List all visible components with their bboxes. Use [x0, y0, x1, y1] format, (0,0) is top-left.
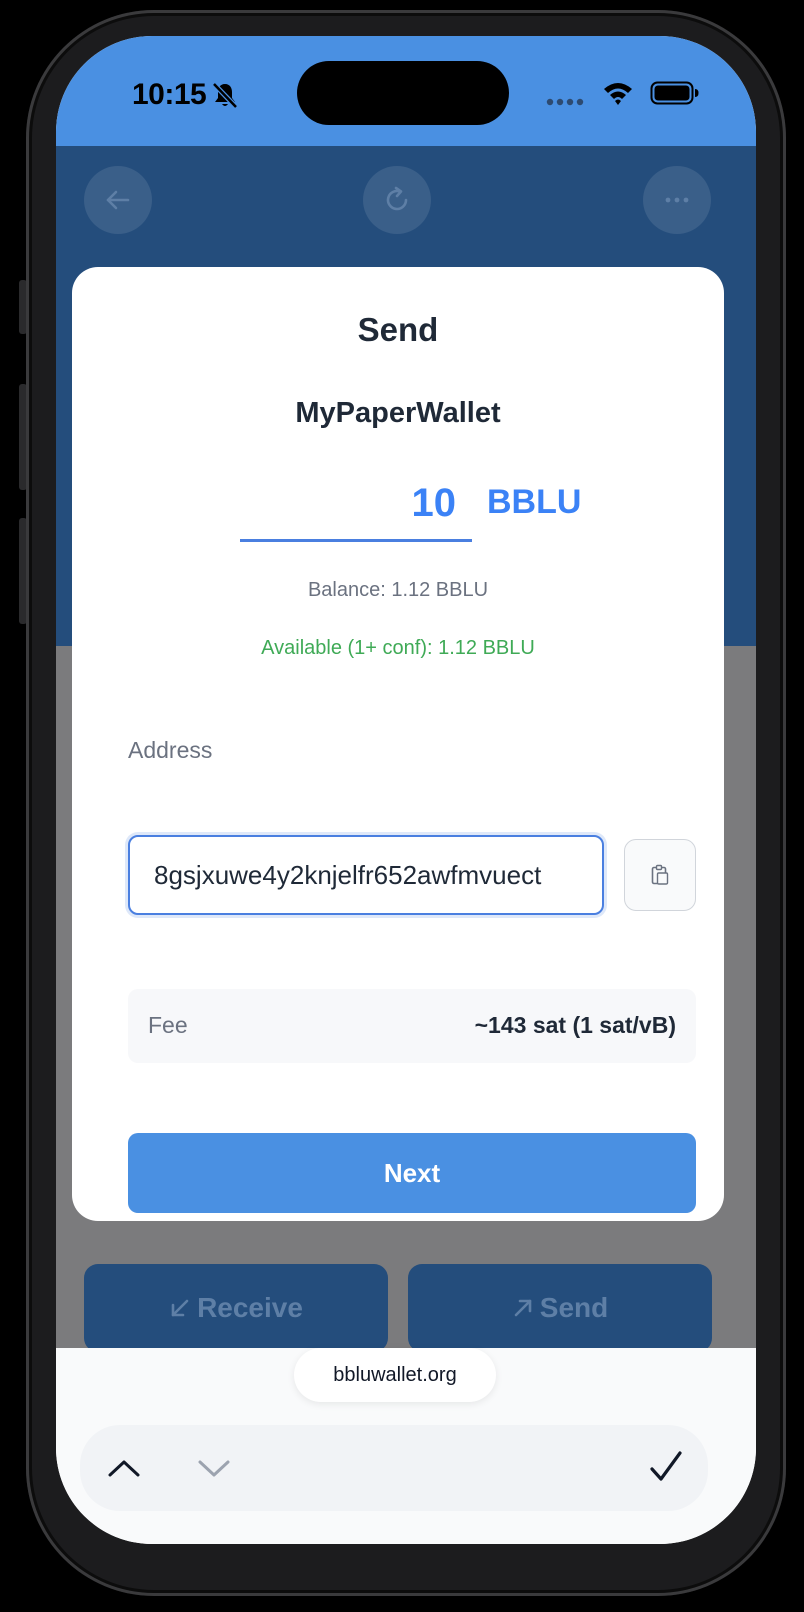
address-label: Address — [128, 737, 213, 763]
balance-text: Balance: 1.12 BBLU — [307, 579, 489, 601]
amount-input[interactable] — [240, 477, 472, 542]
paste-icon — [651, 864, 669, 885]
chevron-down-icon[interactable] — [196, 1453, 232, 1483]
battery-icon — [650, 81, 699, 105]
receive-button[interactable]: Receive — [84, 1264, 388, 1352]
arrow-up-right-icon — [514, 1299, 532, 1317]
wifi-icon — [604, 83, 632, 105]
status-time: 10:15 — [132, 78, 207, 111]
chevron-up-icon[interactable] — [106, 1453, 142, 1483]
back-arrow-icon — [106, 190, 130, 210]
more-button[interactable] — [643, 166, 711, 234]
status-bar: 10:15 — [56, 36, 756, 146]
bell-slash-icon — [212, 82, 238, 109]
dynamic-island — [297, 61, 509, 125]
wallet-name: MyPaperWallet — [295, 397, 501, 429]
signal-icon — [546, 98, 584, 106]
next-button[interactable]: Next — [128, 1133, 696, 1213]
refresh-button[interactable] — [363, 166, 431, 234]
more-icon — [665, 197, 689, 203]
screen: 10:15 Receive Send Send MyPaperWallet 10… — [56, 36, 756, 1544]
fee-row: Fee ~143 sat (1 sat/vB) — [128, 989, 696, 1063]
receive-label: Receive — [197, 1292, 303, 1323]
url-text: bbluwallet.org — [333, 1363, 457, 1386]
checkmark-icon[interactable] — [646, 1447, 686, 1487]
fee-label: Fee — [148, 1012, 188, 1038]
send-button[interactable]: Send — [408, 1264, 712, 1352]
address-input[interactable] — [128, 835, 604, 915]
available-text: Available (1+ conf): 1.12 BBLU — [261, 637, 535, 659]
amount-unit: BBLU — [487, 483, 582, 521]
send-label: Send — [539, 1292, 609, 1323]
send-modal: Send MyPaperWallet BBLU Balance: 1.12 BB… — [72, 267, 724, 1221]
modal-title: Send — [357, 311, 439, 348]
refresh-icon — [386, 186, 408, 211]
fee-value: ~143 sat (1 sat/vB) — [474, 1012, 676, 1038]
url-bar[interactable]: bbluwallet.org — [294, 1348, 496, 1402]
back-button[interactable] — [84, 166, 152, 234]
keyboard-accessory-toolbar — [80, 1425, 708, 1511]
paste-button[interactable] — [624, 839, 696, 911]
arrow-down-left-icon — [171, 1299, 189, 1317]
